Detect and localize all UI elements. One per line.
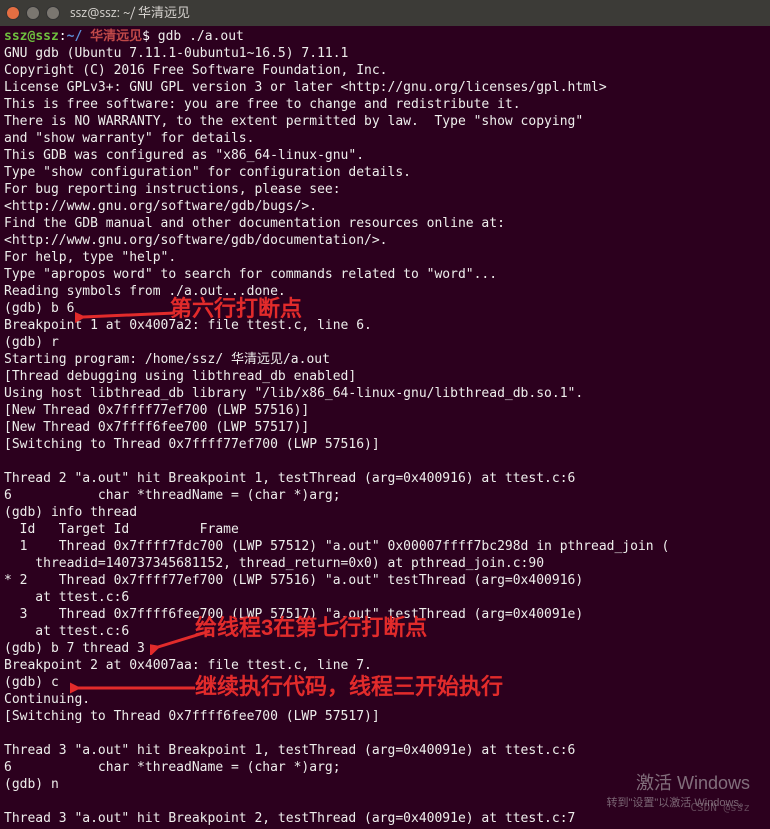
out-line: Type "apropos word" to search for comman… (4, 267, 497, 282)
out-line: Using host libthread_db library "/lib/x8… (4, 386, 583, 401)
out-line: [Switching to Thread 0x7ffff77ef700 (LWP… (4, 437, 380, 452)
out-line: Thread 2 "a.out" hit Breakpoint 1, testT… (4, 471, 575, 486)
command-input: gdb ./a.out (158, 29, 244, 44)
gdb-prompt-line: (gdb) n (4, 777, 59, 792)
out-line: For help, type "help". (4, 250, 176, 265)
out-line: Thread 3 "a.out" hit Breakpoint 1, testT… (4, 743, 575, 758)
out-line: This is free software: you are free to c… (4, 97, 521, 112)
out-line: <http://www.gnu.org/software/gdb/documen… (4, 233, 388, 248)
gdb-prompt-line: (gdb) info thread (4, 505, 137, 520)
out-line: [Switching to Thread 0x7ffff6fee700 (LWP… (4, 709, 380, 724)
out-line: [Thread debugging using libthread_db ena… (4, 369, 356, 384)
out-line: Breakpoint 1 at 0x4007a2: file ttest.c, … (4, 318, 372, 333)
out-line: Find the GDB manual and other documentat… (4, 216, 505, 231)
maximize-icon[interactable] (46, 6, 60, 20)
prompt-symbol: $ (142, 29, 150, 44)
out-line: at ttest.c:6 (4, 624, 129, 639)
out-line: GNU gdb (Ubuntu 7.11.1-0ubuntu1~16.5) 7.… (4, 46, 348, 61)
prompt-host: ssz (35, 29, 58, 44)
watermark-line1: 激活 Windows (607, 772, 751, 795)
csdn-watermark: CSDN @ssz (690, 799, 750, 816)
gdb-prompt-line: (gdb) c (4, 675, 59, 690)
out-line: 6 char *threadName = (char *)arg; (4, 488, 341, 503)
out-line: There is NO WARRANTY, to the extent perm… (4, 114, 583, 129)
out-line: Type "show configuration" for configurat… (4, 165, 411, 180)
out-line: threadid=140737345681152, thread_return=… (4, 556, 544, 571)
out-line: Thread 3 "a.out" hit Breakpoint 2, testT… (4, 811, 575, 826)
out-line: [New Thread 0x7ffff6fee700 (LWP 57517)] (4, 420, 309, 435)
gdb-prompt-line: (gdb) b 7 thread 3 (4, 641, 145, 656)
gdb-prompt-line: (gdb) r (4, 335, 59, 350)
terminal-output[interactable]: ssz@ssz:~/ 华清远见$ gdb ./a.out GNU gdb (Ub… (0, 26, 770, 829)
out-line: 3 Thread 0x7ffff6fee700 (LWP 57517) "a.o… (4, 607, 583, 622)
out-line: Breakpoint 2 at 0x4007aa: file ttest.c, … (4, 658, 372, 673)
out-line: Starting program: /home/ssz/ 华清远见/a.out (4, 352, 330, 367)
out-line: This GDB was configured as "x86_64-linux… (4, 148, 364, 163)
prompt-user: ssz (4, 29, 27, 44)
out-line: [New Thread 0x7ffff77ef700 (LWP 57516)] (4, 403, 309, 418)
out-line: at ttest.c:6 (4, 590, 129, 605)
gdb-prompt-line: (gdb) b 6 (4, 301, 74, 316)
out-line: * 2 Thread 0x7ffff77ef700 (LWP 57516) "a… (4, 573, 583, 588)
out-line: License GPLv3+: GNU GPL version 3 or lat… (4, 80, 607, 95)
out-line: For bug reporting instructions, please s… (4, 182, 341, 197)
window-buttons (6, 6, 60, 20)
out-line: Copyright (C) 2016 Free Software Foundat… (4, 63, 388, 78)
out-line: Id Target Id Frame (4, 522, 239, 537)
out-line: and "show warranty" for details. (4, 131, 254, 146)
out-line: <http://www.gnu.org/software/gdb/bugs/>. (4, 199, 317, 214)
out-line: 6 char *threadName = (char *)arg; (4, 760, 341, 775)
prompt-path: ~/ (67, 29, 83, 44)
out-line: Reading symbols from ./a.out...done. (4, 284, 286, 299)
out-line: Continuing. (4, 692, 90, 707)
close-icon[interactable] (6, 6, 20, 20)
prompt-path-cn: 华清远见 (90, 29, 142, 44)
minimize-icon[interactable] (26, 6, 40, 20)
titlebar: ssz@ssz: ~/ 华清远见 (0, 0, 770, 26)
out-line: 1 Thread 0x7ffff7fdc700 (LWP 57512) "a.o… (4, 539, 669, 554)
window-title: ssz@ssz: ~/ 华清远见 (70, 5, 190, 22)
